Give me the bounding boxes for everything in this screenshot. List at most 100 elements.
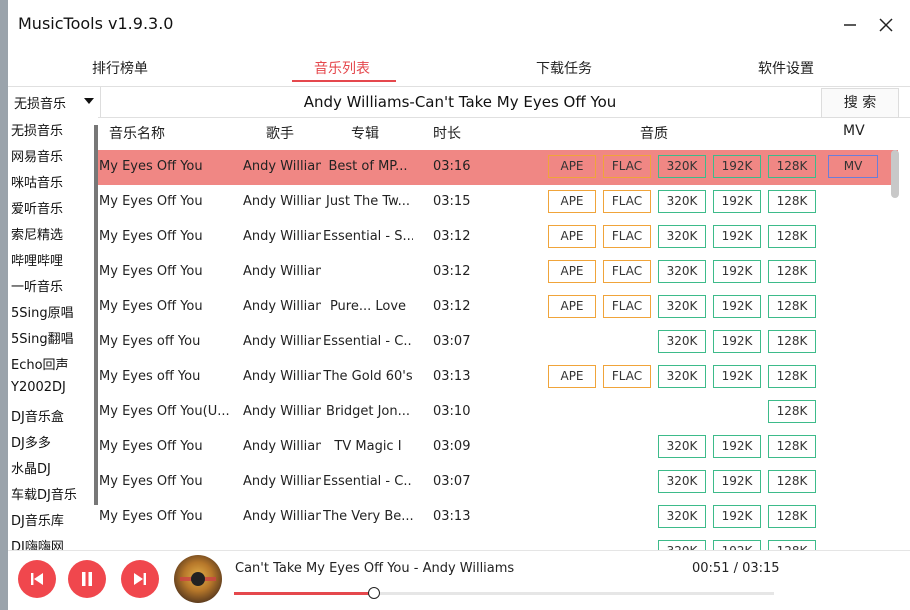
quality-320k-button[interactable]: 320K [658,155,706,178]
column-header-artist[interactable]: 歌手 [266,123,294,143]
quality-flac-button[interactable]: FLAC [603,155,651,178]
progress-knob[interactable] [368,587,381,599]
quality-128k-button[interactable]: 128K [768,435,816,458]
source-option[interactable]: 哔哩哔哩 [11,250,63,269]
source-option[interactable]: 咪咕音乐 [11,172,63,191]
quality-192k-button[interactable]: 192K [713,155,761,178]
quality-320k-button[interactable]: 320K [658,295,706,318]
table-scrollbar[interactable] [891,150,899,198]
tab-settings[interactable]: 软件设置 [758,58,814,78]
quality-320k-button[interactable]: 320K [658,190,706,213]
quality-128k-button[interactable]: 128K [768,330,816,353]
tab-rankings[interactable]: 排行榜单 [92,58,148,78]
quality-128k-button[interactable]: 128K [768,260,816,283]
source-option[interactable]: 爱听音乐 [11,198,63,217]
quality-192k-button[interactable]: 192K [713,365,761,388]
source-option[interactable]: DJ多多 [11,432,51,451]
table-row[interactable]: Can't Take My Eyes Off YouAndy WilliamsT… [8,430,898,465]
table-row[interactable]: Can't Take My Eyes Off YouAndy Williams0… [8,255,898,290]
table-row[interactable]: 320K 192K 128K [8,535,898,550]
quality-flac-button[interactable]: FLAC [603,190,651,213]
quality-192k-button[interactable]: 192K [713,540,761,550]
source-select-value: 无损音乐 [14,96,67,112]
quality-ape-button[interactable]: APE [548,190,596,213]
source-option[interactable]: DJ音乐盒 [11,406,64,425]
table-row[interactable]: Can't Take My Eyes Off YouAndy WilliamsP… [8,290,898,325]
minimize-button[interactable] [833,8,867,42]
source-option[interactable]: 车载DJ音乐 [11,484,77,503]
quality-320k-button[interactable]: 320K [658,330,706,353]
quality-128k-button[interactable]: 128K [768,540,816,550]
source-option[interactable]: 网易音乐 [11,146,63,165]
column-header-album[interactable]: 专辑 [351,123,379,143]
quality-ape-button[interactable]: APE [548,225,596,248]
tab-downloads[interactable]: 下载任务 [536,58,592,78]
close-button[interactable] [869,8,903,42]
quality-192k-button[interactable]: 192K [713,505,761,528]
table-row[interactable]: Can't Take My Eyes off YouAndy WilliamsE… [8,325,898,360]
playback-time: 00:51 / 03:15 [692,561,780,576]
progress-slider[interactable] [234,587,774,599]
quality-128k-button[interactable]: 128K [768,190,816,213]
pause-button[interactable] [68,560,106,598]
quality-128k-button[interactable]: 128K [768,295,816,318]
next-button[interactable] [121,560,159,598]
quality-192k-button[interactable]: 192K [713,225,761,248]
quality-flac-button[interactable]: FLAC [603,225,651,248]
quality-ape-button[interactable]: APE [548,295,596,318]
dropdown-scrollbar[interactable] [94,125,98,505]
quality-128k-button[interactable]: 128K [768,225,816,248]
column-header-duration[interactable]: 时长 [433,123,461,143]
table-row[interactable]: Can't Take My Eyes Off YouAndy WilliamsT… [8,500,898,535]
mv-button[interactable]: MV [828,155,878,178]
quality-320k-button[interactable]: 320K [658,470,706,493]
quality-ape-button[interactable]: APE [548,365,596,388]
table-row[interactable]: Can't Take My Eyes Off YouAndy WilliamsE… [8,465,898,500]
quality-128k-button[interactable]: 128K [768,470,816,493]
table-row[interactable]: Can't Take My Eyes Off YouAndy WilliamsE… [8,220,898,255]
quality-320k-button[interactable]: 320K [658,505,706,528]
source-option[interactable]: 索尼精选 [11,224,63,243]
quality-192k-button[interactable]: 192K [713,190,761,213]
source-option[interactable]: DJ音乐库 [11,510,64,529]
table-row[interactable]: Can't Take My Eyes Off You(U... Andy Will… [8,395,898,430]
table-row[interactable]: Can't Take My Eyes Off YouAndy WilliamsB… [8,150,898,185]
quality-ape-button[interactable]: APE [548,155,596,178]
source-option[interactable]: Y2002DJ [11,380,66,395]
quality-320k-button[interactable]: 320K [658,435,706,458]
quality-192k-button[interactable]: 192K [713,295,761,318]
previous-button[interactable] [18,560,56,598]
quality-ape-button[interactable]: APE [548,260,596,283]
quality-192k-button[interactable]: 192K [713,260,761,283]
search-input[interactable]: Andy Williams-Can't Take My Eyes Off You [100,87,820,117]
search-button[interactable]: 搜 索 [821,88,899,118]
quality-320k-button[interactable]: 320K [658,365,706,388]
source-option[interactable]: 水晶DJ [11,458,51,477]
source-option[interactable]: DJ嗨嗨网 [11,536,64,550]
quality-flac-button[interactable]: FLAC [603,365,651,388]
quality-128k-button[interactable]: 128K [768,155,816,178]
quality-128k-button[interactable]: 128K [768,505,816,528]
table-row[interactable]: Can't Take My Eyes Off YouAndy WilliamsJ… [8,185,898,220]
source-option[interactable]: 5Sing翻唱 [11,328,74,347]
quality-192k-button[interactable]: 192K [713,470,761,493]
source-option[interactable]: 一听音乐 [11,276,63,295]
column-header-name[interactable]: 音乐名称 [109,123,165,143]
previous-icon [31,573,43,585]
source-option[interactable]: 无损音乐 [11,120,63,139]
quality-128k-button[interactable]: 128K [768,400,816,423]
quality-192k-button[interactable]: 192K [713,330,761,353]
cell-album: The Gold 60's [323,369,413,384]
source-option[interactable]: 5Sing原唱 [11,302,74,321]
quality-flac-button[interactable]: FLAC [603,295,651,318]
quality-320k-button[interactable]: 320K [658,540,706,550]
source-option[interactable]: Echo回声 [11,354,69,373]
table-row[interactable]: Can't Take My Eyes off YouAndy WilliamsT… [8,360,898,395]
quality-320k-button[interactable]: 320K [658,225,706,248]
source-select[interactable]: 无损音乐 [10,87,101,117]
quality-128k-button[interactable]: 128K [768,365,816,388]
tab-music-list[interactable]: 音乐列表 [314,58,370,78]
quality-320k-button[interactable]: 320K [658,260,706,283]
quality-192k-button[interactable]: 192K [713,435,761,458]
quality-flac-button[interactable]: FLAC [603,260,651,283]
